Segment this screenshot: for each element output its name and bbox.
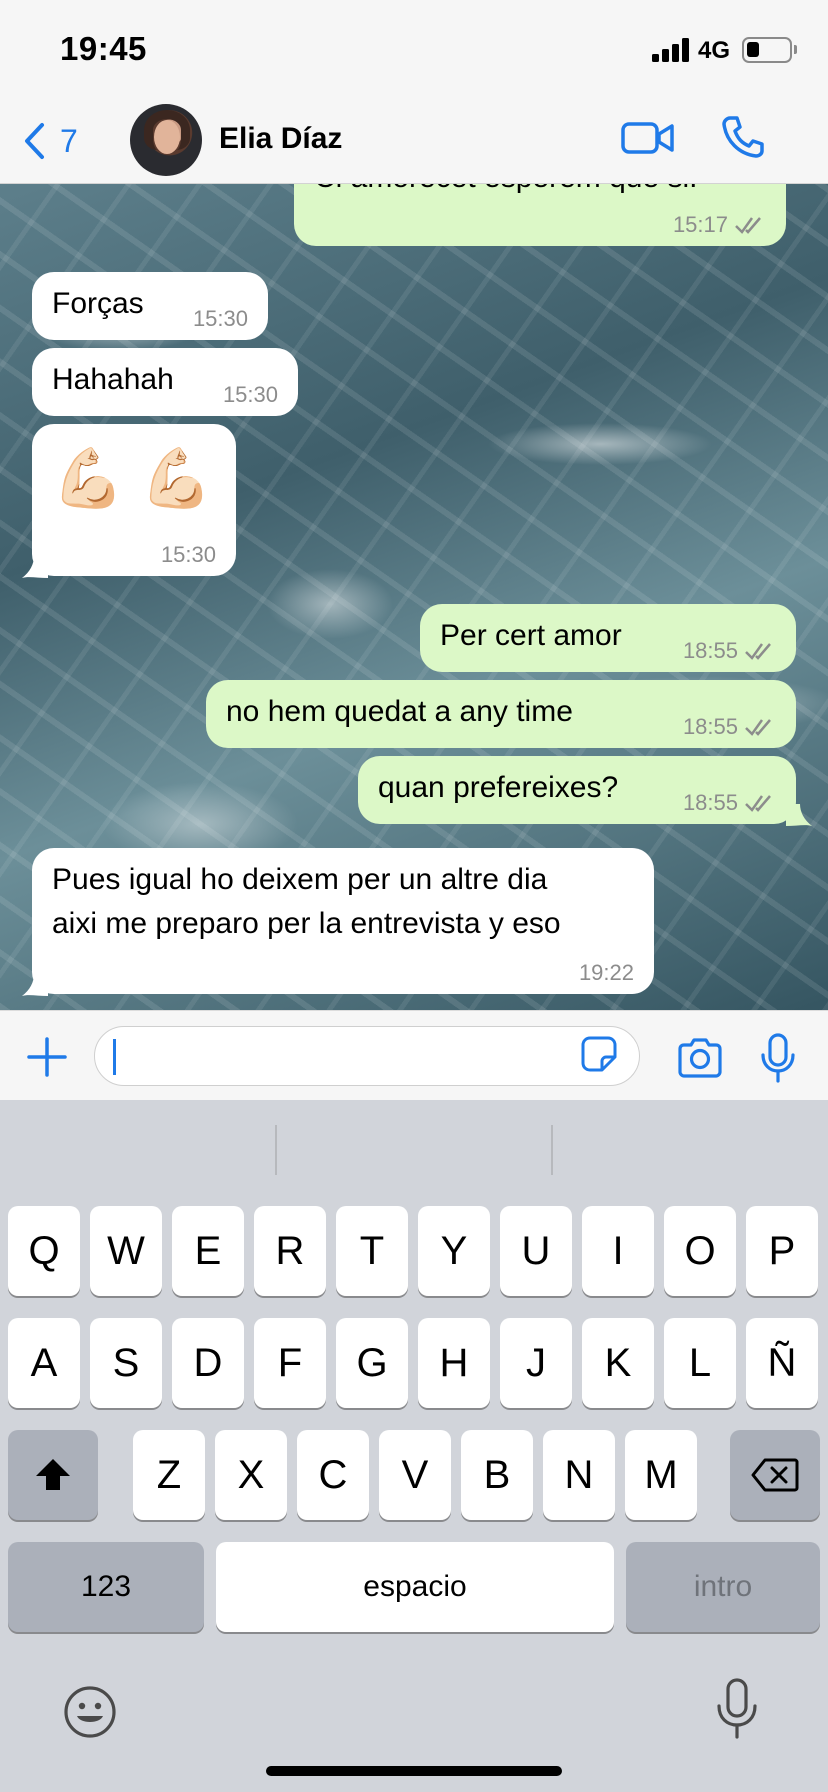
key-n-tilde[interactable]: Ñ — [746, 1318, 818, 1408]
key-q[interactable]: Q — [8, 1206, 80, 1296]
space-key[interactable]: espacio — [216, 1542, 614, 1632]
key-v[interactable]: V — [379, 1430, 451, 1520]
key-d[interactable]: D — [172, 1318, 244, 1408]
read-ticks-icon — [745, 643, 771, 660]
message-time: 15:30 — [160, 542, 216, 567]
key-t[interactable]: T — [336, 1206, 408, 1296]
key-r[interactable]: R — [254, 1206, 326, 1296]
contact-name[interactable]: Elia Díaz — [219, 122, 342, 156]
message-bubble[interactable]: quan prefereixes? 18:55 — [358, 756, 796, 824]
key-p[interactable]: P — [746, 1206, 818, 1296]
key-a[interactable]: A — [8, 1318, 80, 1408]
message-time-text: 18:55 — [682, 638, 738, 663]
key-g[interactable]: G — [336, 1318, 408, 1408]
shift-key[interactable] — [8, 1430, 98, 1520]
battery-tip — [794, 45, 797, 54]
message-time: 18:55 — [683, 790, 776, 816]
message-emoji: 💪🏻 💪🏻 — [52, 446, 213, 511]
key-k[interactable]: K — [582, 1318, 654, 1408]
plus-icon[interactable] — [26, 1036, 68, 1078]
message-time-text: 18:55 — [682, 790, 738, 815]
key-s[interactable]: S — [90, 1318, 162, 1408]
sticker-icon[interactable] — [580, 1035, 618, 1073]
text-caret — [113, 1039, 116, 1075]
message-bubble[interactable]: Hahahah 15:30 — [32, 348, 298, 416]
message-time: 15:30 — [222, 382, 278, 407]
return-key[interactable]: intro — [626, 1542, 820, 1632]
key-h[interactable]: H — [418, 1318, 490, 1408]
message-time: 15:30 — [192, 306, 248, 331]
message-bubble[interactable]: 💪🏻 💪🏻 15:30 — [32, 424, 236, 576]
phone-icon[interactable] — [720, 114, 766, 160]
key-m[interactable]: M — [625, 1430, 697, 1520]
composer-bar — [0, 1010, 828, 1100]
avatar[interactable] — [130, 104, 202, 176]
bubble-tail — [786, 804, 812, 826]
message-time: 18:55 — [683, 714, 776, 740]
key-u[interactable]: U — [500, 1206, 572, 1296]
backspace-icon — [751, 1458, 799, 1492]
message-bubble[interactable]: Pues igual ho deixem per un altre dia ai… — [32, 848, 654, 994]
message-bubble[interactable]: Forças 15:30 — [32, 272, 268, 340]
suggestion-divider — [551, 1125, 553, 1175]
bubble-tail — [22, 974, 48, 996]
chat-area[interactable]: Ci amorecet esperem que si. 15:17 Forças… — [0, 184, 828, 1010]
key-l[interactable]: L — [664, 1318, 736, 1408]
key-n[interactable]: N — [543, 1430, 615, 1520]
key-z[interactable]: Z — [133, 1430, 205, 1520]
message-input[interactable] — [94, 1026, 640, 1086]
key-e[interactable]: E — [172, 1206, 244, 1296]
suggestion-bar — [0, 1100, 828, 1200]
battery-level — [747, 42, 759, 57]
suggestion-divider — [275, 1125, 277, 1175]
message-time: 15:17 — [673, 212, 766, 238]
microphone-icon[interactable] — [758, 1033, 798, 1083]
key-y[interactable]: Y — [418, 1206, 490, 1296]
numbers-key[interactable]: 123 — [8, 1542, 204, 1632]
message-bubble[interactable]: no hem quedat a any time 18:55 — [206, 680, 796, 748]
backspace-key[interactable] — [730, 1430, 820, 1520]
message-bubble[interactable]: Per cert amor 18:55 — [420, 604, 796, 672]
read-ticks-icon — [735, 217, 761, 234]
message-time-text: 18:55 — [682, 714, 738, 739]
back-button[interactable]: 7 — [22, 118, 78, 164]
status-bar: 19:45 4G — [0, 0, 828, 100]
key-w[interactable]: W — [90, 1206, 162, 1296]
video-call-icon[interactable] — [620, 116, 676, 160]
key-j[interactable]: J — [500, 1318, 572, 1408]
avatar-face — [154, 120, 180, 154]
key-o[interactable]: O — [664, 1206, 736, 1296]
camera-icon[interactable] — [676, 1037, 724, 1079]
message-time: 19:22 — [578, 960, 634, 985]
key-x[interactable]: X — [215, 1430, 287, 1520]
read-ticks-icon — [745, 719, 771, 736]
key-i[interactable]: I — [582, 1206, 654, 1296]
read-ticks-icon — [745, 795, 771, 812]
network-label: 4G — [698, 37, 731, 64]
key-b[interactable]: B — [461, 1430, 533, 1520]
signal-icon — [652, 38, 690, 62]
message-text: Ci amorecet esperem que si. — [314, 184, 766, 200]
key-f[interactable]: F — [254, 1318, 326, 1408]
message-time: 18:55 — [683, 638, 776, 664]
shift-icon — [36, 1459, 70, 1490]
message-text: Pues igual ho deixem per un altre dia ai… — [52, 863, 561, 940]
home-indicator[interactable] — [266, 1766, 562, 1776]
unread-count: 7 — [60, 122, 78, 159]
keyboard: Q W E R T Y U I O P A S D F G H J K L Ñ … — [0, 1100, 828, 1792]
battery-icon — [742, 37, 792, 63]
emoji-icon[interactable] — [62, 1684, 118, 1740]
chevron-left-icon — [25, 123, 44, 159]
message-bubble[interactable]: Ci amorecet esperem que si. 15:17 — [294, 184, 786, 246]
chat-header: 7 Elia Díaz — [0, 100, 828, 184]
key-c[interactable]: C — [297, 1430, 369, 1520]
message-time-text: 15:17 — [672, 212, 728, 237]
dictation-icon[interactable] — [714, 1678, 760, 1740]
status-time: 19:45 — [60, 30, 147, 67]
bubble-tail — [22, 556, 48, 578]
